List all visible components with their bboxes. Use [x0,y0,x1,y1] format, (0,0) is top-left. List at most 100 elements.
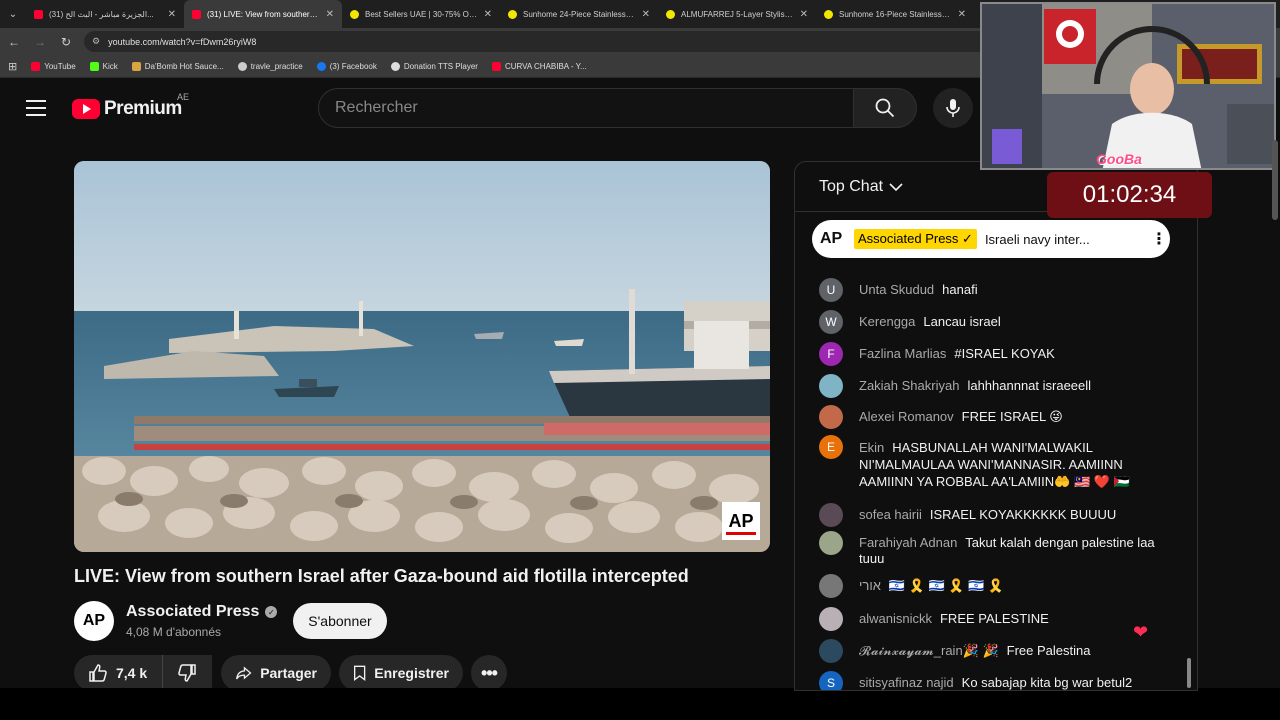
youtube-icon [491,61,501,71]
chat-scrollbar[interactable] [1187,658,1191,688]
youtube-logo-icon [72,99,100,119]
forward-icon[interactable]: → [32,34,48,50]
browser-tab[interactable]: (31) الجزيرة مباشر - البث الح... ✕ [26,0,184,28]
avatar: F [819,342,843,366]
ap-watermark-logo: AP [722,502,760,540]
bookmark-donation[interactable]: Donation TTS Player [390,61,478,71]
browser-tab-active[interactable]: (31) LIVE: View from southern Is... ✕ [184,0,342,28]
chat-text: 🇮🇱 🎗️ 🇮🇱 🎗️ 🇮🇱 🎗️ [888,578,1005,593]
apps-grid-icon[interactable]: ⊞ [8,60,17,73]
chat-author[interactable]: אורי [859,578,881,593]
bookmark-travle[interactable]: travle_practice [237,61,303,71]
chat-author[interactable]: Fazlina Marlias [859,346,946,361]
subscribe-button[interactable]: S'abonner [293,603,387,639]
youtube-premium-logo[interactable]: Premium AE [72,92,189,120]
chat-text: HASBUNALLAH WANI'MALWAKIL NI'MALMAULAA W… [859,440,1130,489]
chat-author[interactable]: alwanisnickk [859,611,932,626]
avatar [819,374,843,398]
chat-author[interactable]: 𝓡𝓪𝓲𝓷𝔁𝓪𝔂𝓪𝓶_rain🎉 🎉 [859,643,999,658]
chat-text: lahhhannnat israeeell [967,378,1092,393]
search-button[interactable] [853,88,917,128]
heart-reaction-icon: ❤ [1133,622,1149,642]
globe-icon [390,61,400,71]
search-input[interactable]: Rechercher [318,88,854,128]
close-icon[interactable]: ✕ [168,9,176,20]
site-info-icon[interactable]: ⚙ [92,36,100,47]
verified-check-icon: ✓ [265,606,278,618]
chat-author[interactable]: Zakiah Shakriyah [859,378,959,393]
chat-author[interactable]: Farahiyah Adnan [859,535,957,550]
bookmark-facebook[interactable]: (3) Facebook [316,61,377,71]
subscriber-count: 4,08 M d'abonnés [126,625,222,639]
avatar: W [819,310,843,334]
bookmark-curva[interactable]: CURVA CHABIBA - Y... [491,61,587,71]
thumbs-up-icon [89,664,107,682]
bookmark-kick[interactable]: Kick [89,61,118,71]
webcam-feed [982,4,1274,168]
avatar: U [819,278,843,302]
chat-author[interactable]: Alexei Romanov [859,409,954,424]
noon-icon [666,9,675,19]
channel-name: Associated Press [126,603,260,620]
live-chat-panel: Top Chat AP Associated Press ✓ Israeli n… [794,161,1198,691]
action-row: 7,4 k Partager Enregistrer ••• [74,655,774,691]
taskbar-strip [0,688,1280,720]
browser-tab[interactable]: Sunhome 16-Piece Stainless Ste... ✕ [816,0,974,28]
browser-tab[interactable]: ALMUFARREJ 5-Layer Stylish Sh...✕ [658,0,816,28]
close-icon[interactable]: ✕ [326,9,334,20]
chat-author[interactable]: Ekin [859,440,884,455]
chat-text: Lancau israel [923,314,1001,329]
streamer-label: GooBa [1096,151,1142,167]
browser-tab[interactable]: Best Sellers UAE | 30-75% OFF |... ✕ [342,0,500,28]
avatar: E [819,435,843,459]
region-code: AE [177,92,190,102]
chevron-down-icon [889,182,903,191]
chat-text: FREE PALESTINE [939,611,1049,626]
browser-tab[interactable]: Sunhome 24-Piece Stainless Ste... ✕ [500,0,658,28]
close-icon[interactable]: ✕ [642,9,650,20]
save-button[interactable]: Enregistrer [339,655,463,691]
avatar [819,574,843,598]
chat-text: FREE ISRAEL 😜 [961,409,1063,424]
pinned-author: Associated Press ✓ [854,229,977,249]
voice-search-button[interactable] [933,88,973,128]
back-icon[interactable]: ← [6,34,22,50]
bookmark-youtube[interactable]: YouTube [31,61,76,71]
channel-name-link[interactable]: Associated Press ✓ [126,603,278,621]
pinned-text: Israeli navy inter... [984,231,1090,247]
chat-author[interactable]: Unta Skudud [859,282,934,297]
close-icon[interactable]: ✕ [958,9,966,20]
more-horizontal-icon: ••• [481,662,498,683]
chat-text: Free Palestina [1006,643,1091,658]
bookmark-dabomb[interactable]: Da'Bomb Hot Sauce... [131,61,224,71]
pinned-message[interactable]: AP Associated Press ✓ Israeli navy inter… [812,220,1170,258]
webcam-overlay [980,2,1276,170]
dislike-button[interactable] [162,655,212,691]
menu-icon[interactable] [26,100,46,116]
tab-search-icon[interactable]: ⌄ [0,0,26,28]
reload-icon[interactable]: ↻ [58,34,74,50]
page-scrollbar[interactable] [1272,140,1278,220]
microphone-icon [946,99,960,117]
bookmark-icon [353,665,366,681]
search-icon [875,98,895,118]
thumbs-down-icon [178,664,196,682]
youtube-icon [34,9,43,19]
chat-author[interactable]: Kerengga [859,314,915,329]
channel-avatar[interactable]: AP [74,601,114,641]
chat-text: Ko sabajap kita bg war betul2 [961,675,1133,690]
youtube-icon [31,61,41,71]
chat-text: ISRAEL KOYAKKKKKK BUUUU [929,507,1117,522]
close-icon[interactable]: ✕ [800,9,808,20]
more-actions-button[interactable]: ••• [471,655,507,691]
close-icon[interactable]: ✕ [484,9,492,20]
video-player[interactable]: AP [74,161,770,552]
share-button[interactable]: Partager [221,655,331,691]
save-label: Enregistrer [374,665,449,681]
url-field[interactable]: ⚙ youtube.com/watch?v=fDwm26ryiW8 [84,31,1004,52]
stream-timer: 01:02:34 [1047,172,1212,218]
chat-author[interactable]: sitisyafinaz najid [859,675,954,690]
more-vertical-icon[interactable]: ⋮ [1148,229,1170,249]
chat-author[interactable]: sofea hairii [859,507,922,522]
avatar [819,503,843,527]
